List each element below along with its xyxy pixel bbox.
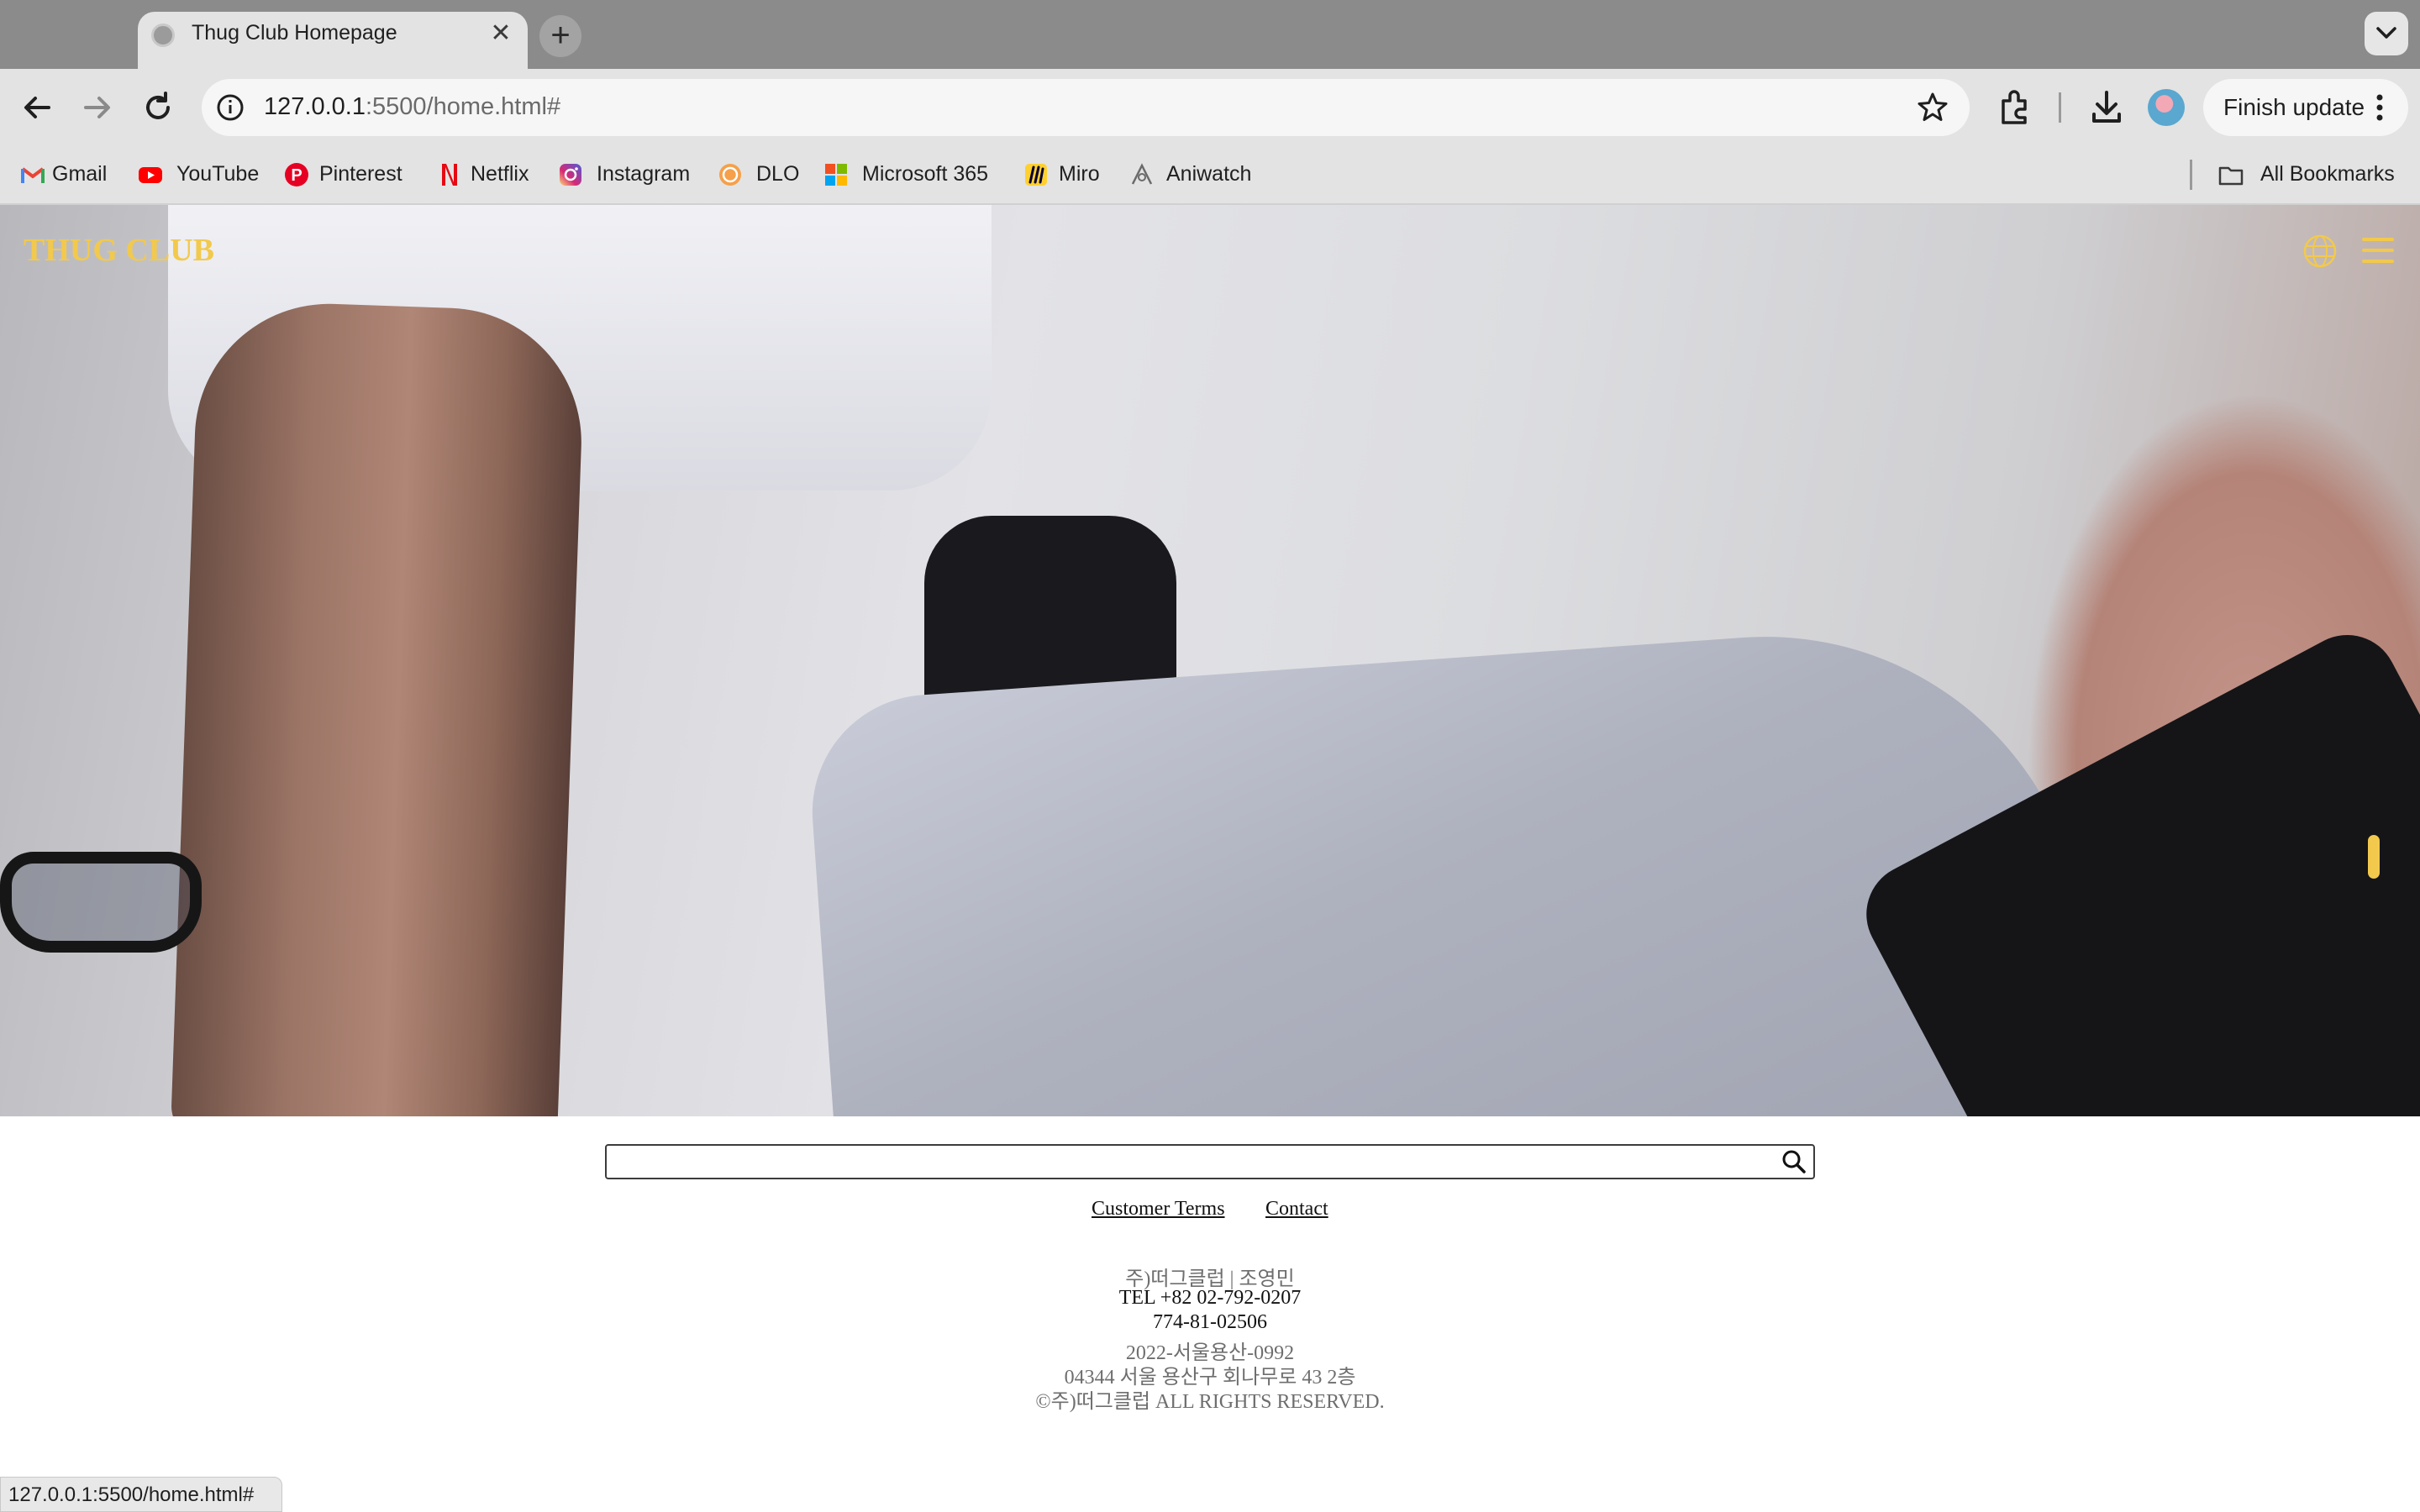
tab-close-icon[interactable]: ✕ <box>486 18 516 49</box>
download-icon[interactable] <box>2087 87 2126 128</box>
bookmark-label: Instagram <box>597 162 691 186</box>
back-icon[interactable] <box>17 87 57 128</box>
bookmark-label: Gmail <box>52 162 108 186</box>
hero-photo-shape <box>170 299 587 1116</box>
bookmark-label: Aniwatch <box>1166 162 1252 186</box>
netflix-icon <box>442 164 457 186</box>
bookmark-label: Miro <box>1059 162 1100 186</box>
more-menu-icon[interactable] <box>2371 92 2388 123</box>
company-phone: TEL +82 02-792-0207 <box>1118 1287 1302 1309</box>
tab-title[interactable]: Thug Club Homepage <box>192 21 397 45</box>
brand-logo[interactable]: THUG CLUB <box>24 232 214 269</box>
bookmarks-divider <box>2190 160 2192 190</box>
youtube-icon <box>139 167 162 183</box>
status-url: 127.0.0.1:5500/home.html# <box>8 1483 255 1506</box>
microsoft-365-icon <box>825 164 847 186</box>
gmail-icon <box>21 167 45 183</box>
finish-update-label[interactable]: Finish update <box>2223 94 2365 121</box>
hero-image <box>0 205 2420 1116</box>
globe-favicon-icon <box>151 24 175 47</box>
bookmark-label: All Bookmarks <box>2260 162 2395 186</box>
tab-search-button[interactable] <box>2365 12 2408 55</box>
extensions-icon[interactable] <box>1996 87 2033 128</box>
new-tab-button[interactable]: + <box>539 15 581 57</box>
svg-text:P: P <box>291 166 302 185</box>
pinterest-icon: P <box>285 163 308 186</box>
instagram-icon <box>560 164 581 186</box>
bookmark-label: Netflix <box>471 162 529 186</box>
bookmark-label: Microsoft 365 <box>862 162 989 186</box>
profile-avatar-icon[interactable] <box>2148 89 2185 126</box>
url-path: :5500/home.html# <box>365 93 561 120</box>
customer-terms-link[interactable]: Customer Terms <box>1092 1198 1225 1221</box>
site-info-icon[interactable] <box>213 91 247 124</box>
bookmark-label: Pinterest <box>319 162 402 186</box>
chevron-down-icon <box>2376 27 2396 39</box>
scroll-indicator[interactable] <box>2368 835 2380 879</box>
reload-icon[interactable] <box>138 87 178 128</box>
business-registration-number: 774-81-02506 <box>1153 1311 1267 1333</box>
hero-photo-shape <box>0 852 202 953</box>
url-host: 127.0.0.1 <box>264 93 366 120</box>
dlo-icon <box>719 164 741 186</box>
search-input[interactable] <box>605 1144 1815 1179</box>
search-icon[interactable] <box>1780 1147 1808 1176</box>
aniwatch-icon <box>1131 163 1153 185</box>
forward-icon[interactable] <box>77 87 118 128</box>
hamburger-menu-icon[interactable] <box>2361 235 2395 265</box>
bookmark-label: YouTube <box>176 162 260 186</box>
contact-link[interactable]: Contact <box>1265 1198 1328 1221</box>
globe-icon[interactable] <box>2302 234 2338 269</box>
url-text[interactable]: 127.0.0.1:5500/home.html# <box>264 93 560 121</box>
folder-icon <box>2218 166 2244 186</box>
toolbar-divider <box>2059 92 2061 123</box>
miro-icon <box>1025 164 1047 186</box>
bookmark-star-icon[interactable] <box>1914 89 1951 126</box>
copyright: ©주)떠그클럽 ALL RIGHTS RESERVED. <box>1035 1391 1385 1413</box>
bookmark-label: DLO <box>756 162 800 186</box>
